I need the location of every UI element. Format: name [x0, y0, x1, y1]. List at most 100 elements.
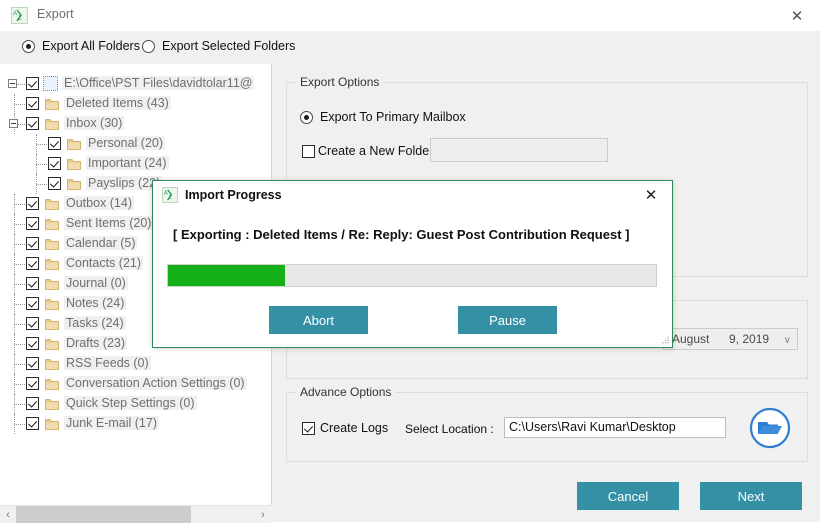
checkbox[interactable] [26, 417, 39, 430]
tree-item-label: Conversation Action Settings (0) [64, 376, 247, 390]
focus-indicator [43, 76, 58, 91]
tree-item-label: Contacts (21) [64, 256, 144, 270]
tree-item-label: RSS Feeds (0) [64, 356, 151, 370]
collapse-toggle-icon[interactable] [9, 119, 18, 128]
svg-text:A: A [13, 11, 17, 17]
tree-item[interactable]: Deleted Items (43) [0, 94, 271, 114]
checkbox[interactable] [26, 217, 39, 230]
date-picker[interactable]: August 9, 2019 ∨ [663, 328, 798, 350]
tree-item[interactable]: Quick Step Settings (0) [0, 394, 271, 414]
folder-icon [45, 278, 59, 290]
radio-export-to-primary-mailbox-label: Export To Primary Mailbox [320, 110, 466, 124]
tree-item[interactable]: Important (24) [0, 154, 271, 174]
radio-export-all-folders-label: Export All Folders [42, 39, 140, 53]
tree-item[interactable]: Inbox (30) [0, 114, 271, 134]
radio-export-to-primary-mailbox[interactable]: Export To Primary Mailbox [300, 110, 466, 124]
pause-button[interactable]: Pause [458, 306, 557, 334]
tree-item[interactable]: Junk E-mail (17) [0, 414, 271, 434]
radio-export-all-folders[interactable]: Export All Folders [22, 39, 140, 53]
export-window: A Z Export ✕ Export All Folders Export S… [0, 0, 820, 523]
checkbox[interactable] [26, 77, 39, 90]
tree-item-label: Journal (0) [64, 276, 128, 290]
export-options-group-label: Export Options [296, 75, 384, 89]
checkbox[interactable] [48, 177, 61, 190]
radio-indicator [22, 39, 35, 53]
checkbox[interactable] [48, 157, 61, 170]
folder-icon [45, 218, 59, 230]
scrollbar-thumb[interactable] [16, 506, 191, 523]
tree-item-label: Outbox (14) [64, 196, 135, 210]
advance-options-group-label: Advance Options [296, 385, 396, 399]
tree-horizontal-scrollbar[interactable]: ‹ › [0, 505, 271, 523]
location-path-value: C:\Users\Ravi Kumar\Desktop [509, 420, 676, 434]
close-icon[interactable]: ✕ [782, 5, 812, 27]
abort-button[interactable]: Abort [269, 306, 368, 334]
folder-icon [45, 198, 59, 210]
date-month: August [672, 332, 710, 346]
checkbox[interactable] [26, 317, 39, 330]
scroll-right-icon[interactable]: › [255, 506, 271, 523]
tree-item[interactable]: Conversation Action Settings (0) [0, 374, 271, 394]
chevron-down-icon[interactable]: ∨ [784, 335, 791, 346]
date-day-year: 9, 2019 [729, 332, 770, 346]
progress-status-text: [ Exporting : Deleted Items / Re: Reply:… [173, 227, 630, 242]
import-progress-dialog: A Z Import Progress ✕ [ Exporting : Dele… [152, 180, 673, 348]
checkbox-create-logs[interactable] [302, 422, 315, 435]
export-scope-row: Export All Folders Export Selected Folde… [0, 31, 820, 64]
location-path-input[interactable]: C:\Users\Ravi Kumar\Desktop [504, 417, 726, 438]
radio-export-selected-folders[interactable]: Export Selected Folders [142, 39, 295, 53]
folder-icon [45, 418, 59, 430]
tree-item[interactable]: Personal (20) [0, 134, 271, 154]
progress-bar [167, 264, 657, 287]
checkbox[interactable] [26, 117, 39, 130]
checkbox-create-new-folder[interactable] [302, 145, 315, 158]
select-location-label: Select Location : [405, 422, 494, 436]
checkbox[interactable] [26, 397, 39, 410]
checkbox[interactable] [26, 97, 39, 110]
tree-item-label: Sent Items (20) [64, 216, 154, 230]
checkbox[interactable] [26, 197, 39, 210]
tree-item-label: Calendar (5) [64, 236, 138, 250]
folder-icon [67, 178, 81, 190]
checkbox[interactable] [26, 277, 39, 290]
cancel-button[interactable]: Cancel [577, 482, 679, 510]
open-folder-icon[interactable] [749, 407, 791, 449]
progress-bar-fill [168, 265, 286, 286]
new-folder-name-input[interactable] [430, 138, 608, 162]
dialog-title: Import Progress [185, 188, 282, 202]
tree-item-label: Inbox (30) [64, 116, 125, 130]
tree-item-label: Deleted Items (43) [64, 96, 171, 110]
resize-grip-icon[interactable] [662, 337, 669, 344]
folder-icon [45, 238, 59, 250]
folder-icon [45, 258, 59, 270]
tree-item-label: Tasks (24) [64, 316, 126, 330]
checkbox[interactable] [26, 257, 39, 270]
az-export-icon: A Z [162, 187, 178, 203]
checkbox[interactable] [26, 357, 39, 370]
tree-item[interactable]: RSS Feeds (0) [0, 354, 271, 374]
folder-icon [67, 158, 81, 170]
checkbox[interactable] [26, 337, 39, 350]
tree-item-label: Junk E-mail (17) [64, 416, 159, 430]
checkbox[interactable] [26, 377, 39, 390]
dialog-close-icon[interactable]: ✕ [640, 185, 662, 205]
next-button[interactable]: Next [700, 482, 802, 510]
checkbox[interactable] [26, 237, 39, 250]
radio-indicator [300, 110, 313, 124]
tree-root-item[interactable]: E:\Office\PST Files\davidtolar11@ [0, 74, 271, 94]
tree-item-label: Quick Step Settings (0) [64, 396, 197, 410]
folder-icon [45, 398, 59, 410]
tree-item-label: Important (24) [86, 156, 169, 170]
az-export-icon: A Z [11, 7, 28, 24]
collapse-toggle-icon[interactable] [8, 79, 17, 88]
checkbox[interactable] [48, 137, 61, 150]
folder-icon [45, 338, 59, 350]
tree-item-label: E:\Office\PST Files\davidtolar11@ [62, 76, 255, 90]
tree-item-label: Personal (20) [86, 136, 166, 150]
svg-text:A: A [164, 191, 168, 197]
scroll-left-icon[interactable]: ‹ [0, 506, 16, 523]
folder-icon [45, 378, 59, 390]
checkbox[interactable] [26, 297, 39, 310]
folder-icon [45, 98, 59, 110]
tree-item-label: Payslips (22) [86, 176, 163, 190]
